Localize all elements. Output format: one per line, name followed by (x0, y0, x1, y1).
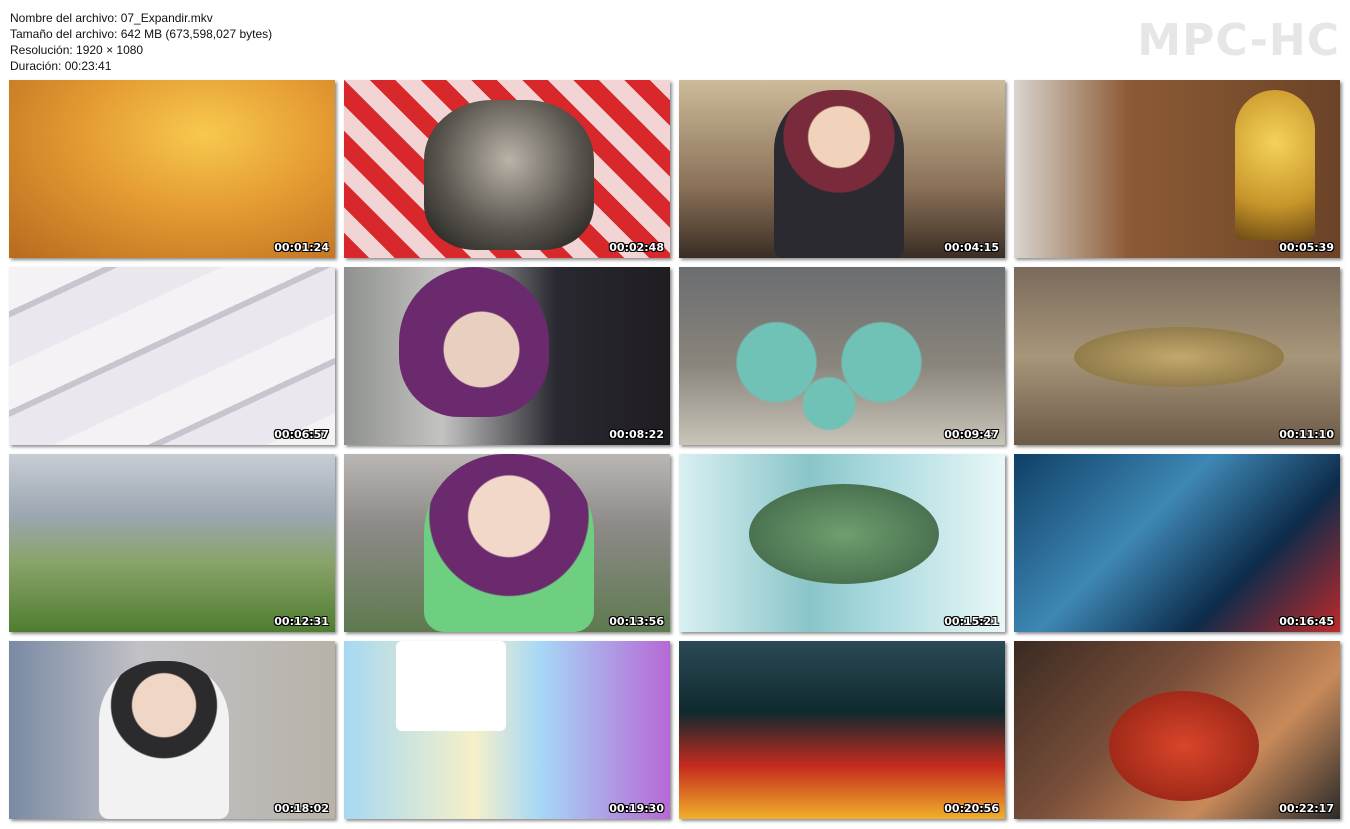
thumbnail-5[interactable]: 00:06:57 (9, 267, 335, 445)
thumbnail-13[interactable]: 00:18:02 (9, 641, 335, 819)
scene-11 (679, 454, 1005, 632)
timestamp-9: 00:12:31 (274, 615, 329, 628)
timestamp-7: 00:09:47 (944, 428, 999, 441)
thumbnail-6[interactable]: 00:08:22 (344, 267, 670, 445)
timestamp-8: 00:11:10 (1279, 428, 1334, 441)
file-name: Nombre del archivo: 07_Expandir.mkv (10, 11, 213, 25)
character-figure (1109, 691, 1259, 801)
scene-2 (344, 80, 670, 258)
scene-14 (344, 641, 670, 819)
scene-7 (679, 267, 1005, 445)
code-panel (396, 641, 506, 731)
suspended-object (1074, 327, 1284, 387)
thumbnail-14[interactable]: 00:19:30 (344, 641, 670, 819)
scene-5 (9, 267, 335, 445)
scene-1 (9, 80, 335, 258)
timestamp-15: 00:20:56 (944, 802, 999, 815)
timestamp-6: 00:08:22 (609, 428, 664, 441)
scene-15 (679, 641, 1005, 819)
thumbnail-10[interactable]: 00:13:56 (344, 454, 670, 632)
creature-figure (749, 484, 939, 584)
scene-8 (1014, 267, 1340, 445)
timestamp-10: 00:13:56 (609, 615, 664, 628)
resolution: Resolución: 1920 × 1080 (10, 43, 144, 57)
timestamp-4: 00:05:39 (1279, 241, 1334, 254)
timestamp-14: 00:19:30 (609, 802, 664, 815)
timestamp-12: 00:16:45 (1279, 615, 1334, 628)
thumbnail-8[interactable]: 00:11:10 (1014, 267, 1340, 445)
thumbnail-16[interactable]: 00:22:17 (1014, 641, 1340, 819)
idol-statue (1235, 90, 1315, 240)
thumbnail-4[interactable]: 00:05:39 (1014, 80, 1340, 258)
timestamp-16: 00:22:17 (1279, 802, 1334, 815)
thumbnail-grid: 00:01:24 00:02:48 00:04:15 00:05:39 00:0… (9, 80, 1341, 820)
thumbnail-3[interactable]: 00:04:15 (679, 80, 1005, 258)
crew-figures (724, 307, 934, 445)
scene-3 (679, 80, 1005, 258)
character-figure (424, 454, 594, 632)
thumbnail-11[interactable]: 00:15:21 (679, 454, 1005, 632)
timestamp-3: 00:04:15 (944, 241, 999, 254)
timestamp-1: 00:01:24 (274, 241, 329, 254)
scene-13 (9, 641, 335, 819)
timestamp-2: 00:02:48 (609, 241, 664, 254)
thumbnail-1[interactable]: 00:01:24 (9, 80, 335, 258)
thumbnail-9[interactable]: 00:12:31 (9, 454, 335, 632)
file-info: Nombre del archivo: 07_Expandir.mkv Tama… (10, 10, 272, 74)
character-figure (774, 90, 904, 258)
thumbnail-2[interactable]: 00:02:48 (344, 80, 670, 258)
timestamp-11: 00:15:21 (944, 615, 999, 628)
mpc-hc-watermark: MPC-HC (1137, 15, 1340, 66)
file-size: Tamaño del archivo: 642 MB (673,598,027 … (10, 27, 273, 41)
scene-10 (344, 454, 670, 632)
scene-12 (1014, 454, 1340, 632)
scene-6 (344, 267, 670, 445)
skull-figure (424, 100, 594, 250)
scene-16 (1014, 641, 1340, 819)
timestamp-5: 00:06:57 (274, 428, 329, 441)
duration: Duración: 00:23:41 (10, 59, 112, 73)
timestamp-13: 00:18:02 (274, 802, 329, 815)
character-figure (399, 267, 549, 417)
thumbnail-7[interactable]: 00:09:47 (679, 267, 1005, 445)
character-figure (99, 661, 229, 819)
scene-9 (9, 454, 335, 632)
thumbnail-12[interactable]: 00:16:45 (1014, 454, 1340, 632)
thumbnail-15[interactable]: 00:20:56 (679, 641, 1005, 819)
scene-4 (1014, 80, 1340, 258)
